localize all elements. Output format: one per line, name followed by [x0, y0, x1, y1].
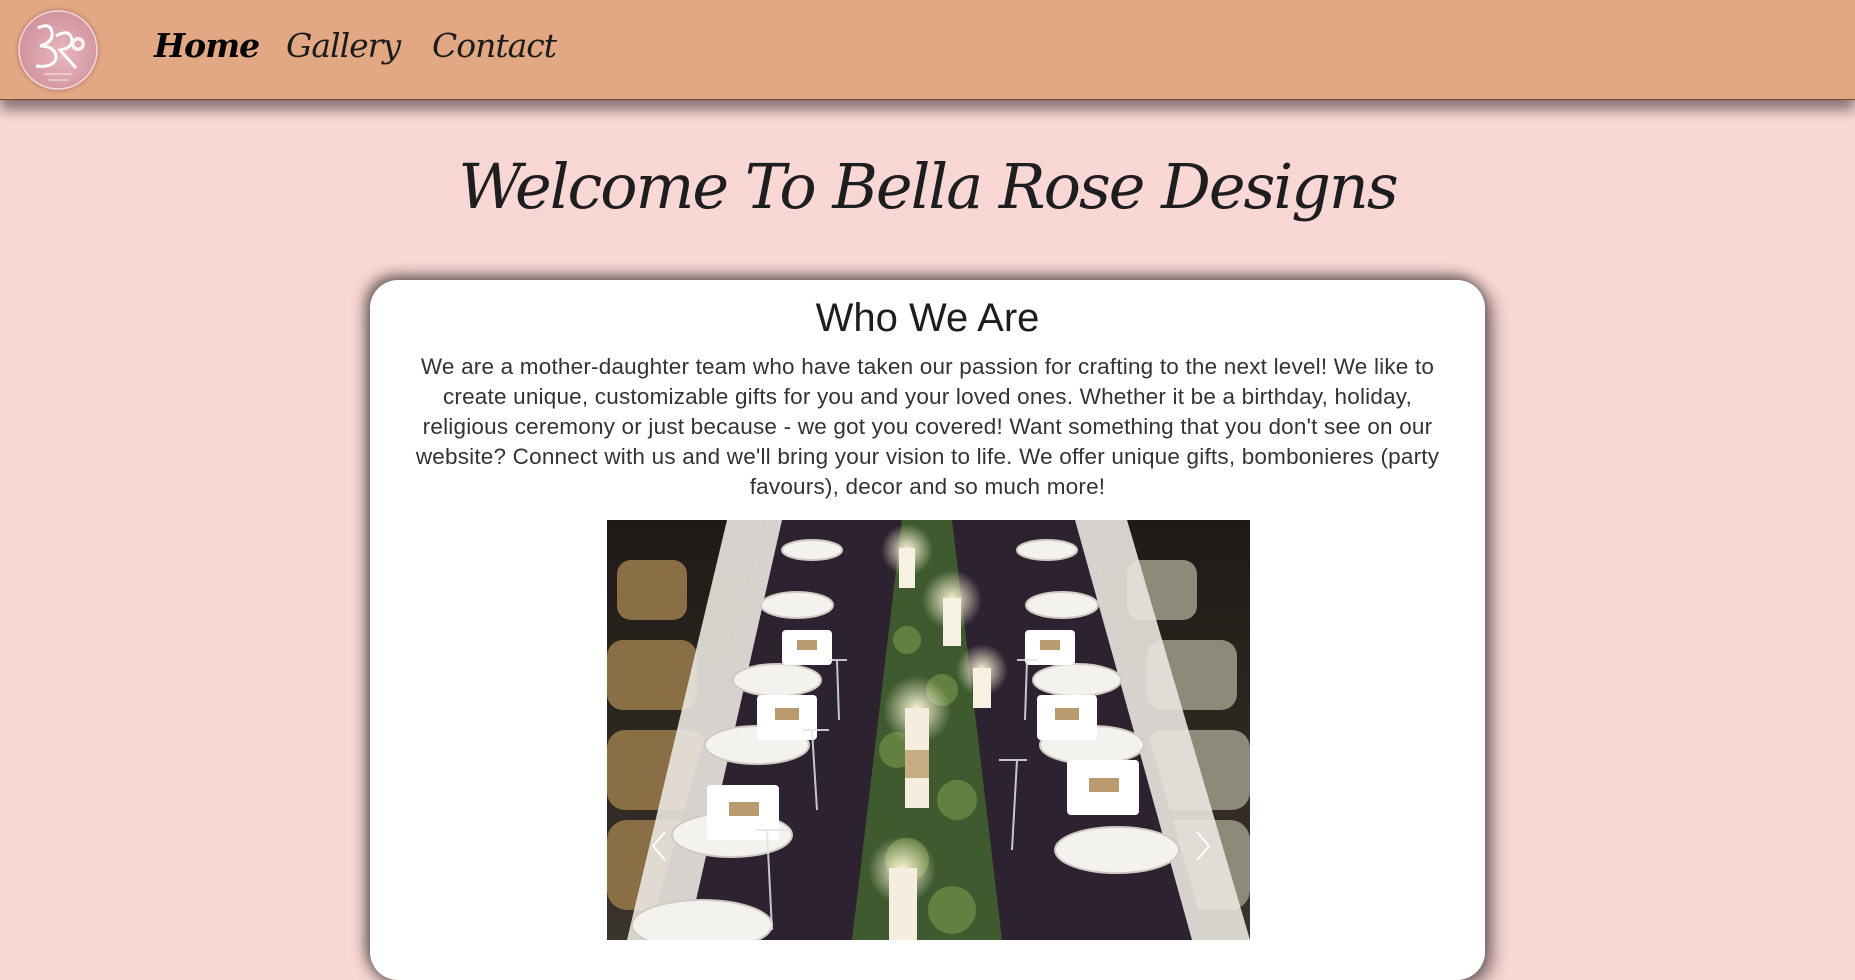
- page-title: Welcome To Bella Rose Designs: [458, 150, 1398, 223]
- image-carousel: [607, 520, 1250, 940]
- brand-logo[interactable]: [18, 10, 98, 90]
- about-heading: Who We Are: [815, 296, 1040, 340]
- chevron-right-icon: [1196, 831, 1211, 861]
- banquet-table-photo: [607, 520, 1250, 940]
- nav-link-contact[interactable]: Contact: [432, 26, 557, 65]
- about-description: We are a mother-daughter team who have t…: [415, 354, 1440, 499]
- carousel-next-button[interactable]: [1182, 826, 1222, 866]
- nav-link-home[interactable]: Home: [154, 26, 260, 65]
- nav-link-gallery[interactable]: Gallery: [286, 26, 401, 65]
- carousel-prev-button[interactable]: [640, 826, 680, 866]
- chevron-left-icon: [651, 831, 666, 861]
- about-card: Who We Are We are a mother-daughter team…: [370, 280, 1485, 980]
- logo-monogram-icon: [18, 10, 98, 90]
- top-navbar: Home Gallery Contact: [0, 0, 1855, 100]
